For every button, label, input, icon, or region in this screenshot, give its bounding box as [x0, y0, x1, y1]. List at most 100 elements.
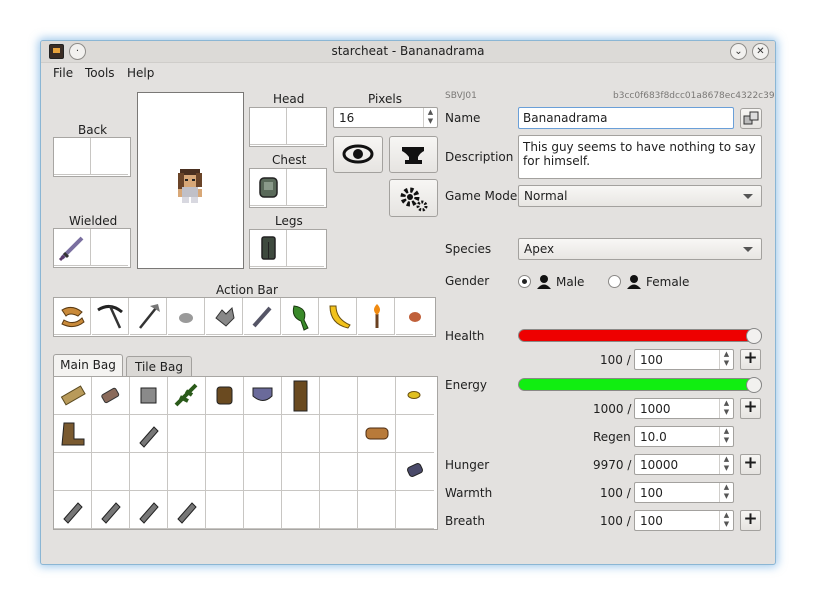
legs-slot[interactable]	[250, 230, 287, 267]
hunger-max-spinbox[interactable]: 10000 ▲ ▼	[634, 454, 734, 475]
bag-slot[interactable]	[92, 415, 130, 453]
action-slot[interactable]	[282, 298, 319, 335]
action-slot[interactable]	[320, 298, 357, 335]
bag-slot[interactable]	[206, 415, 244, 453]
action-slot[interactable]	[244, 298, 281, 335]
item-browser-button[interactable]	[389, 136, 438, 173]
bag-slot[interactable]	[130, 491, 168, 529]
energy-max-spinbox[interactable]: 1000 ▲ ▼	[634, 398, 734, 419]
action-slot[interactable]	[168, 298, 205, 335]
bag-slot[interactable]	[92, 377, 130, 415]
menu-help[interactable]: Help	[127, 66, 154, 80]
back-slot[interactable]	[54, 138, 91, 175]
bag-slot[interactable]	[396, 453, 434, 491]
action-slot[interactable]	[92, 298, 129, 335]
bag-slot[interactable]	[358, 377, 396, 415]
bag-slot[interactable]	[206, 453, 244, 491]
menu-file[interactable]: File	[53, 66, 73, 80]
energy-max-button[interactable]: +	[740, 398, 761, 419]
bag-slot[interactable]	[320, 415, 358, 453]
bag-slot[interactable]	[282, 377, 320, 415]
bag-slot[interactable]	[168, 453, 206, 491]
name-input[interactable]: Bananadrama	[518, 107, 734, 129]
gender-male-radio[interactable]	[518, 275, 531, 288]
action-slot[interactable]	[358, 298, 395, 335]
tab-tile-bag[interactable]: Tile Bag	[126, 356, 192, 376]
spin-stepper[interactable]: ▲ ▼	[719, 483, 733, 502]
bag-slot[interactable]	[320, 453, 358, 491]
alt-hand-slot[interactable]	[91, 229, 128, 266]
bag-slot[interactable]	[168, 377, 206, 415]
spin-stepper[interactable]: ▲ ▼	[719, 455, 733, 474]
bag-slot[interactable]	[358, 491, 396, 529]
bag-slot[interactable]	[244, 491, 282, 529]
back-cosmetic-slot[interactable]	[91, 138, 128, 175]
pixels-stepper[interactable]: ▲ ▼	[423, 108, 437, 127]
bag-slot[interactable]	[244, 453, 282, 491]
view-button[interactable]	[333, 136, 383, 173]
bag-slot[interactable]	[358, 415, 396, 453]
hunger-max-button[interactable]: +	[740, 454, 761, 475]
description-textarea[interactable]: This guy seems to have nothing to say fo…	[518, 135, 762, 179]
action-slot[interactable]	[396, 298, 433, 335]
chest-label: Chest	[272, 153, 307, 167]
breath-max-spinbox[interactable]: 100 ▲ ▼	[634, 510, 734, 531]
bag-slot[interactable]	[206, 377, 244, 415]
bag-slot[interactable]	[54, 491, 92, 529]
bag-slot[interactable]	[130, 415, 168, 453]
close-icon[interactable]: ✕	[752, 43, 769, 60]
bag-slot[interactable]	[54, 415, 92, 453]
warmth-max-spinbox[interactable]: 100 ▲ ▼	[634, 482, 734, 503]
bag-slot[interactable]	[54, 377, 92, 415]
bag-slot[interactable]	[396, 377, 434, 415]
bag-slot[interactable]	[244, 377, 282, 415]
primary-hand-slot[interactable]	[54, 229, 91, 266]
bag-slot[interactable]	[92, 491, 130, 529]
tab-main-bag[interactable]: Main Bag	[53, 354, 123, 376]
game-mode-select[interactable]: Normal	[518, 185, 762, 207]
bag-slot[interactable]	[168, 415, 206, 453]
spin-stepper[interactable]: ▲ ▼	[719, 511, 733, 530]
bag-slot[interactable]	[396, 491, 434, 529]
health-max-spinbox[interactable]: 100 ▲ ▼	[634, 349, 734, 370]
regen-spinbox[interactable]: 10.0 ▲ ▼	[634, 426, 734, 447]
head-slot[interactable]	[250, 108, 287, 145]
bag-slot[interactable]	[206, 491, 244, 529]
spin-stepper[interactable]: ▲ ▼	[719, 399, 733, 418]
menu-tools[interactable]: Tools	[85, 66, 115, 80]
breath-max-button[interactable]: +	[740, 510, 761, 531]
action-slot[interactable]	[54, 298, 91, 335]
options-button[interactable]	[389, 179, 438, 217]
spin-stepper[interactable]: ▲ ▼	[719, 427, 733, 446]
energy-slider-handle[interactable]	[746, 377, 762, 393]
bag-slot[interactable]	[282, 415, 320, 453]
bag-slot[interactable]	[92, 453, 130, 491]
bag-slot[interactable]	[244, 415, 282, 453]
bag-slot[interactable]	[358, 453, 396, 491]
bag-slot[interactable]	[130, 453, 168, 491]
spin-stepper[interactable]: ▲ ▼	[719, 350, 733, 369]
bag-slot[interactable]	[282, 491, 320, 529]
bag-slot[interactable]	[130, 377, 168, 415]
health-slider-handle[interactable]	[746, 328, 762, 344]
gender-female-radio[interactable]	[608, 275, 621, 288]
randomize-name-button[interactable]	[740, 108, 762, 129]
bag-slot[interactable]	[282, 453, 320, 491]
bag-slot[interactable]	[54, 453, 92, 491]
bag-slot[interactable]	[168, 491, 206, 529]
pixels-spinbox[interactable]: 16 ▲ ▼	[333, 107, 438, 128]
action-slot[interactable]	[206, 298, 243, 335]
legs-cosmetic-slot[interactable]	[287, 230, 324, 267]
action-slot[interactable]	[130, 298, 167, 335]
head-cosmetic-slot[interactable]	[287, 108, 324, 145]
chest-cosmetic-slot[interactable]	[287, 169, 324, 206]
health-slider[interactable]	[518, 328, 762, 344]
energy-slider[interactable]	[518, 377, 762, 393]
bag-slot[interactable]	[396, 415, 434, 453]
bag-slot[interactable]	[320, 491, 358, 529]
species-select[interactable]: Apex	[518, 238, 762, 260]
minimize-icon[interactable]: ⌄	[730, 43, 747, 60]
bag-slot[interactable]	[320, 377, 358, 415]
health-max-button[interactable]: +	[740, 349, 761, 370]
chest-slot[interactable]	[250, 169, 287, 206]
